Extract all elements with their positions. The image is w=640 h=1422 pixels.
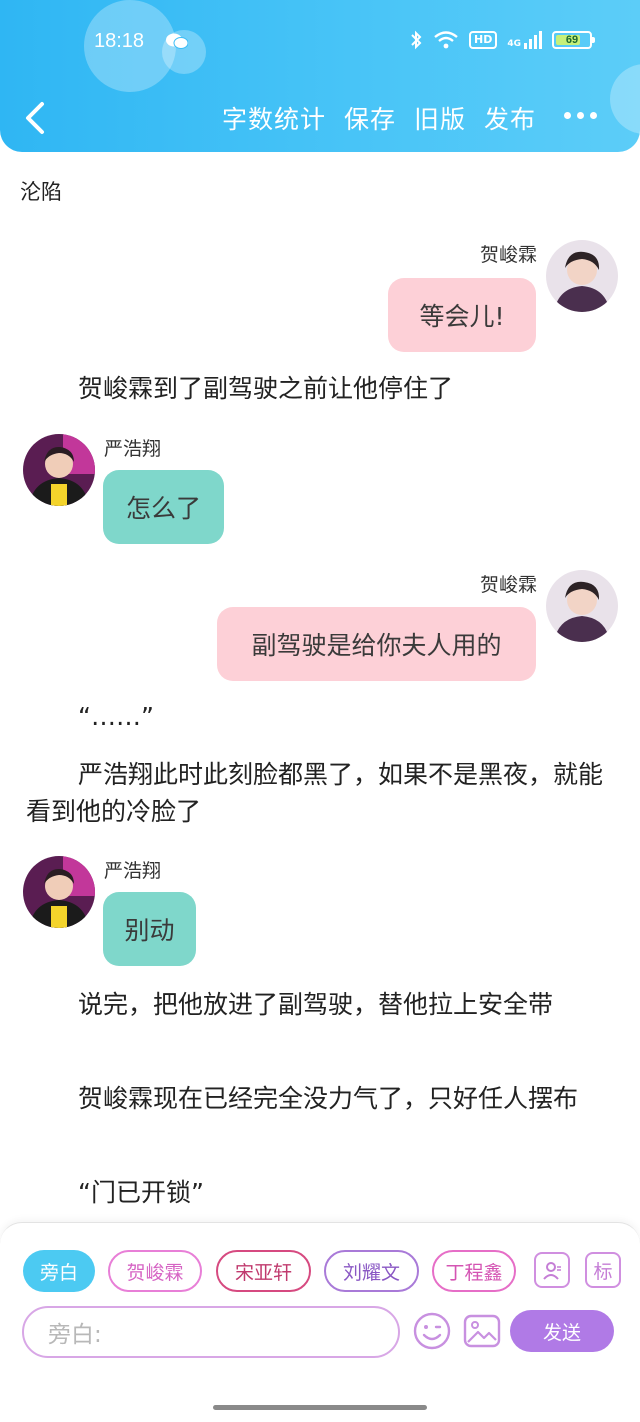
role-chip[interactable]: 宋亚轩	[216, 1250, 311, 1292]
role-chip-narration[interactable]: 旁白	[23, 1250, 95, 1292]
avatar[interactable]	[546, 240, 618, 312]
narration-paragraph: 严浩翔此时此刻脸都黑了，如果不是黑夜，就能看到他的冷脸了	[26, 760, 604, 826]
bluetooth-icon	[411, 30, 422, 50]
wifi-icon	[434, 31, 458, 49]
home-indicator[interactable]	[213, 1405, 427, 1410]
status-icons: HD 4G 69	[409, 30, 595, 50]
chat-bubble: 别动	[103, 892, 196, 966]
narration-paragraph: 说完，把他放进了副驾驶，替他拉上安全带	[78, 990, 554, 1019]
save-button[interactable]: 保存	[344, 100, 396, 136]
status-time: 18:18	[94, 30, 145, 52]
narration-paragraph: “门已开锁”	[78, 1178, 204, 1207]
more-dots-icon[interactable]	[564, 112, 598, 124]
network-label: 4G	[507, 39, 521, 49]
narration-paragraph: “……”	[78, 702, 154, 731]
speaker-name: 贺峻霖	[479, 574, 537, 596]
narration-paragraph: 贺峻霖到了副驾驶之前让他停住了	[78, 374, 454, 403]
tag-button[interactable]: 标	[585, 1252, 621, 1288]
back-button[interactable]	[20, 100, 50, 136]
story-title: 沦陷	[20, 180, 62, 204]
emoji-icon[interactable]	[412, 1311, 452, 1351]
avatar[interactable]	[546, 570, 618, 642]
wechat-icon	[166, 33, 188, 49]
add-character-icon[interactable]	[534, 1252, 570, 1288]
old-version-button[interactable]: 旧版	[414, 100, 466, 136]
avatar[interactable]	[23, 856, 95, 928]
speaker-name: 严浩翔	[104, 860, 162, 882]
decor-bubble	[610, 64, 640, 134]
battery-icon: 69	[552, 31, 595, 49]
top-header: 18:18 HD 4G 69 字数统计 保存 旧版 发布	[0, 0, 640, 152]
role-chip[interactable]: 刘耀文	[324, 1250, 419, 1292]
hd-badge: HD	[469, 31, 498, 49]
chat-bubble: 怎么了	[103, 470, 224, 544]
narration-paragraph: 贺峻霖现在已经完全没力气了，只好任人摆布	[78, 1084, 579, 1113]
chat-bubble: 等会儿!	[388, 278, 536, 352]
word-count-button[interactable]: 字数统计	[222, 100, 326, 136]
image-icon[interactable]	[462, 1311, 502, 1351]
publish-button[interactable]: 发布	[484, 100, 536, 136]
avatar[interactable]	[23, 434, 95, 506]
speaker-name: 严浩翔	[104, 438, 162, 460]
speaker-name: 贺峻霖	[479, 244, 537, 266]
battery-level: 69	[565, 34, 579, 46]
nav-actions: 字数统计 保存 旧版 发布	[222, 100, 536, 136]
role-chip[interactable]: 贺峻霖	[108, 1250, 202, 1292]
message-input[interactable]: 旁白:	[22, 1306, 400, 1358]
chat-bubble: 副驾驶是给你夫人用的	[217, 607, 536, 681]
role-chip[interactable]: 丁程鑫	[432, 1250, 516, 1292]
signal-icon: 4G	[507, 31, 542, 49]
send-button[interactable]: 发送	[510, 1310, 614, 1352]
